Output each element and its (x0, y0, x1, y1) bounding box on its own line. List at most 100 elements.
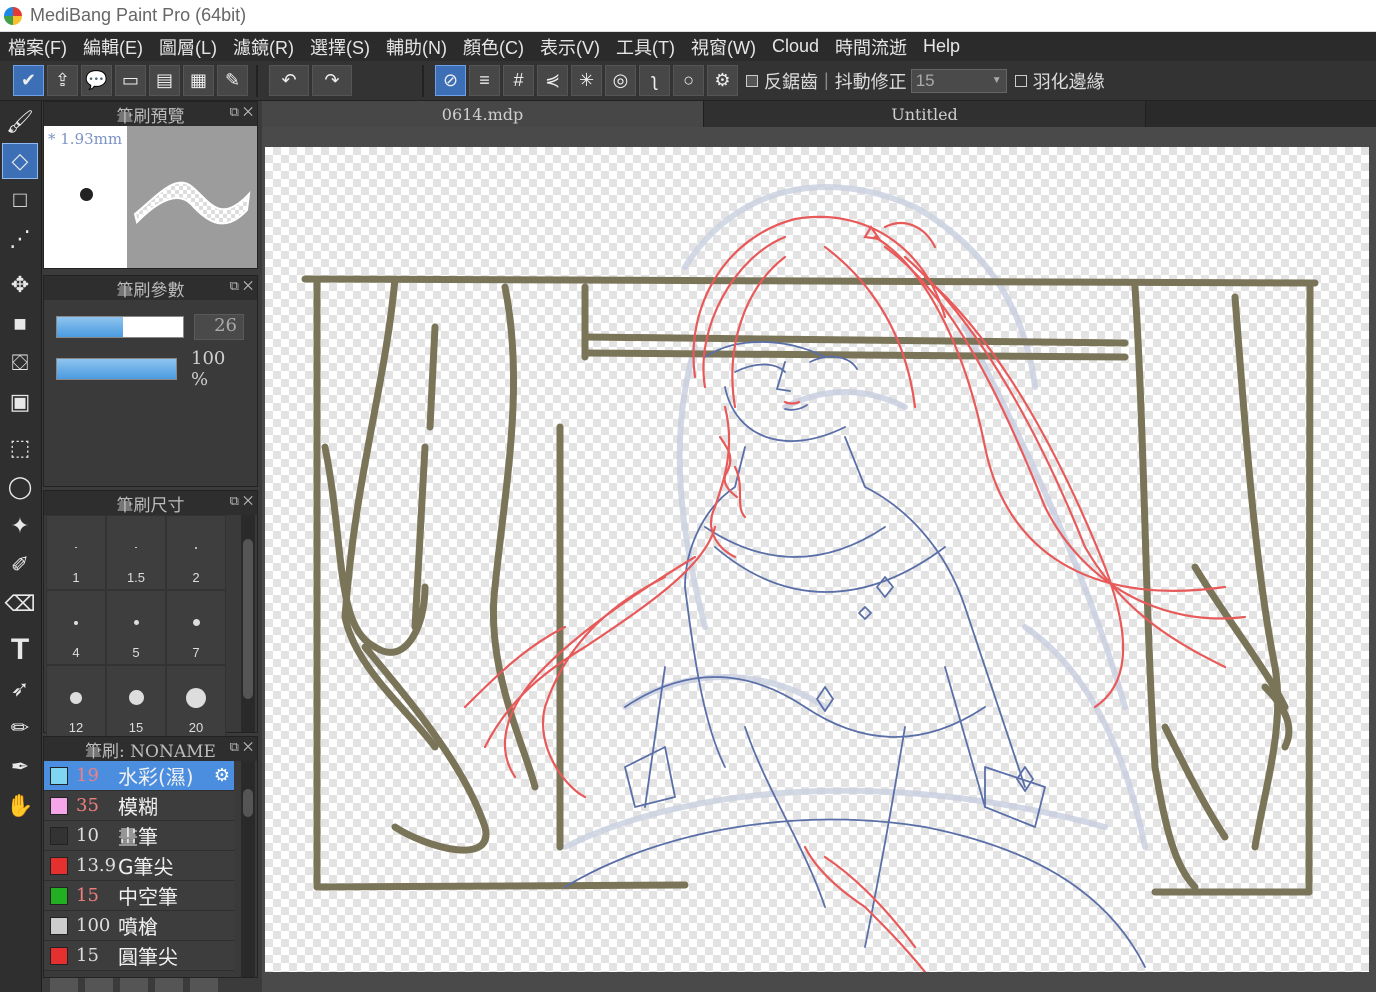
select-eraser-icon: ⌫ (4, 591, 36, 616)
curve-snap-button[interactable]: ʅ (639, 65, 670, 96)
menu-help[interactable]: Help (915, 36, 968, 57)
share-button[interactable]: ⇪ (47, 65, 78, 96)
drawing-canvas[interactable] (265, 147, 1369, 972)
hand-tool[interactable]: ✋ (2, 788, 38, 824)
undo-button[interactable]: ↶ (269, 65, 309, 96)
import-brush-button[interactable] (85, 978, 113, 992)
panel-controls[interactable]: ⧉ ✕ (230, 105, 253, 120)
edit-page-button[interactable]: ✎ (217, 65, 248, 96)
panel-controls[interactable]: ⧉ ✕ (230, 494, 253, 509)
copy-brush-button[interactable] (120, 978, 148, 992)
brush-size-label: 2 (192, 570, 200, 585)
menu-edit[interactable]: 編輯(E) (75, 34, 151, 60)
brush-tool[interactable]: 🖌 (2, 104, 38, 140)
brush-list-item[interactable]: 10 畫筆 (44, 821, 234, 851)
brush-list-item[interactable]: 13.9 G筆尖 (44, 851, 234, 881)
brush-size-cell[interactable]: 4 (46, 590, 106, 665)
brush-size-cell[interactable]: 2 (166, 515, 226, 590)
select-eraser-tool[interactable]: ⌫ (2, 586, 38, 622)
delete-brush-button[interactable] (190, 978, 218, 992)
page-button[interactable]: ▤ (149, 65, 180, 96)
brush-list-item[interactable]: 100 噴槍 (44, 911, 234, 941)
add-brush-button[interactable] (50, 978, 78, 992)
feather-checkbox[interactable] (1014, 74, 1027, 87)
brush-size-cell[interactable]: 20 (166, 665, 226, 740)
rectangle-tool[interactable]: □ (2, 182, 38, 218)
speech-bubble-button[interactable]: 💬 (81, 65, 112, 96)
dot-tool[interactable]: ⋰ (2, 221, 38, 257)
brush-size-cell[interactable]: 1 (46, 515, 106, 590)
menu-filter[interactable]: 濾鏡(R) (225, 34, 302, 60)
bucket-icon: ⛋ (11, 350, 29, 375)
gear-icon[interactable]: ⚙ (214, 765, 230, 786)
brush-name: 畫筆 (118, 825, 158, 849)
operation-tool[interactable]: ➶ (2, 671, 38, 707)
brush-size-cell[interactable]: 1.5 (106, 515, 166, 590)
brush-icon: 🖌 (6, 109, 34, 134)
brush-size-slider[interactable] (56, 316, 184, 338)
select-tool[interactable]: ⬚ (2, 430, 38, 466)
menu-assist[interactable]: 輔助(N) (378, 34, 455, 60)
eraser-tool[interactable]: ◇ (2, 143, 38, 179)
scrollbar-thumb[interactable] (243, 789, 253, 817)
brush-color-swatch (50, 946, 68, 965)
canvas-area[interactable] (262, 127, 1376, 992)
brush-list-item[interactable]: 15 中空筆 (44, 881, 234, 911)
cloud-sync-button[interactable]: ✔ (13, 65, 44, 96)
menu-timelapse[interactable]: 時間流逝 (827, 34, 915, 60)
antialias-label: 反鋸齒 (764, 71, 818, 92)
perspective-snap-button[interactable]: ⋞ (537, 65, 568, 96)
parallel-snap-button[interactable]: ≡ (469, 65, 500, 96)
gradient-tool[interactable]: ▣ (2, 384, 38, 420)
select-pen-tool[interactable]: ✐ (2, 547, 38, 583)
antialias-checkbox[interactable] (746, 74, 758, 87)
redo-button[interactable]: ↷ (312, 65, 352, 96)
text-tool[interactable]: T (2, 632, 38, 668)
brush-size-dot (192, 619, 200, 626)
stabilizer-select[interactable]: 15 ▼ (910, 68, 1007, 93)
brush-size-input[interactable]: 26 (194, 314, 244, 340)
menu-window[interactable]: 視窗(W) (683, 34, 764, 60)
concentric-snap-button[interactable]: ◎ (605, 65, 636, 96)
scrollbar[interactable] (241, 761, 255, 977)
menu-layer[interactable]: 圖層(L) (151, 34, 225, 60)
lasso-tool[interactable]: ◯ (2, 469, 38, 505)
snap-off-button[interactable]: ⊘ (435, 65, 466, 96)
select-pen-icon: ✐ (10, 552, 30, 577)
edit-page-icon: ✎ (224, 70, 241, 90)
panel-controls[interactable]: ⧉ ✕ (230, 740, 253, 755)
page-settings-button[interactable]: ▦ (183, 65, 214, 96)
brush-list-item[interactable]: 15 圓筆尖 (44, 941, 234, 971)
move-tool[interactable]: ✥ (2, 267, 38, 303)
menu-tools[interactable]: 工具(T) (608, 34, 683, 60)
divide-tool[interactable]: ✏ (2, 710, 38, 746)
tab-0614[interactable]: 0614.mdp (262, 101, 704, 127)
brush-size-cell[interactable]: 7 (166, 590, 226, 665)
menu-color[interactable]: 顏色(C) (455, 34, 532, 60)
magic-wand-tool[interactable]: ✦ (2, 508, 38, 544)
brush-size-cell[interactable]: 12 (46, 665, 106, 740)
menu-select[interactable]: 選擇(S) (302, 34, 378, 60)
scrollbar[interactable] (241, 515, 255, 732)
bucket-tool[interactable]: ⛋ (2, 345, 38, 381)
comment-button[interactable]: ▭ (115, 65, 146, 96)
eyedropper-tool[interactable]: ✒ (2, 749, 38, 785)
brush-opacity-slider[interactable] (56, 358, 177, 380)
tab-untitled[interactable]: Untitled (704, 101, 1146, 127)
radial-snap-button[interactable]: ✳ (571, 65, 602, 96)
brush-list-item[interactable]: 35 模糊 (44, 791, 234, 821)
menu-view[interactable]: 表示(V) (532, 34, 608, 60)
menu-file[interactable]: 檔案(F) (0, 34, 75, 60)
brush-size-cell[interactable]: 5 (106, 590, 166, 665)
grid-snap-button[interactable]: # (503, 65, 534, 96)
fill-rect-tool[interactable]: ■ (2, 306, 38, 342)
brush-size-cell[interactable]: 15 (106, 665, 166, 740)
brush-stroke-preview (127, 126, 257, 268)
ellipse-snap-button[interactable]: ○ (673, 65, 704, 96)
paste-brush-button[interactable] (155, 978, 183, 992)
scrollbar-thumb[interactable] (243, 539, 253, 699)
menu-cloud[interactable]: Cloud (764, 36, 827, 57)
brush-list-item[interactable]: 19 水彩(濕) ⚙ (44, 761, 234, 791)
snap-settings-button[interactable]: ⚙ (707, 65, 738, 96)
panel-controls[interactable]: ⧉ ✕ (230, 279, 253, 294)
